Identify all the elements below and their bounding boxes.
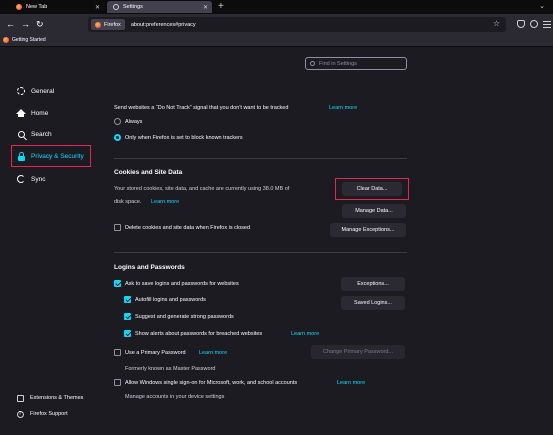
sidebar-footer-label: Firefox Support <box>30 411 68 417</box>
sidebar-item-search[interactable]: Search <box>16 127 52 141</box>
cookies-description-line1: Your stored cookies, site data, and cach… <box>114 186 290 192</box>
firefox-icon <box>3 37 9 43</box>
tab-label: New Tab <box>26 4 48 10</box>
highlight-box <box>335 178 409 200</box>
identity-label: Firefox <box>104 21 121 28</box>
suggest-passwords-label: Suggest and generate strong passwords <box>135 314 234 320</box>
forward-icon[interactable]: → <box>21 18 30 30</box>
ask-save-label: Ask to save logins and passwords for web… <box>125 281 239 287</box>
ask-save-checkbox[interactable] <box>114 280 121 287</box>
puzzle-icon <box>16 394 24 402</box>
firefox-icon <box>16 4 22 10</box>
identity-badge[interactable]: Firefox <box>91 19 125 30</box>
bookmark-star-icon[interactable]: ☆ <box>493 19 500 28</box>
suggest-passwords-checkbox[interactable] <box>124 313 131 320</box>
account-icon[interactable] <box>530 20 538 28</box>
manage-data-button[interactable]: Manage Data... <box>342 204 406 218</box>
windows-sso-learn-more-link[interactable]: Learn more <box>337 380 365 386</box>
tab-settings[interactable]: Settings ✕ <box>107 1 212 13</box>
gear-icon <box>113 4 119 10</box>
delete-on-close-label: Delete cookies and site data when Firefo… <box>125 225 251 231</box>
cookies-heading: Cookies and Site Data <box>114 169 183 176</box>
sidebar-item-label: Home <box>31 109 49 117</box>
primary-password-label: Use a Primary Password <box>125 350 186 356</box>
bookmark-getting-started[interactable]: Getting Started <box>3 37 46 43</box>
saved-logins-button[interactable]: Saved Logins... <box>341 296 405 310</box>
dnt-description: Send websites a “Do Not Track” signal th… <box>114 105 289 111</box>
dnt-always-label: Always <box>125 119 143 125</box>
delete-on-close-checkbox[interactable] <box>114 224 121 231</box>
close-icon[interactable]: ✕ <box>95 4 100 11</box>
sidebar-item-label: Sync <box>31 175 46 183</box>
sync-icon <box>16 174 26 184</box>
tab-strip: New Tab ✕ Settings ✕ + ⌄ <box>0 0 553 14</box>
sidebar-footer-label: Extensions & Themes <box>30 395 84 401</box>
sidebar-extensions-themes[interactable]: Extensions & Themes <box>16 394 83 402</box>
dnt-learn-more-link[interactable]: Learn more <box>329 105 357 111</box>
help-icon: ? <box>16 410 24 418</box>
dnt-always-radio[interactable] <box>114 118 121 125</box>
logins-heading: Logins and Passwords <box>114 264 185 271</box>
primary-password-sublabel: Formerly known as Master Password <box>125 366 216 372</box>
sidebar-firefox-support[interactable]: ? Firefox Support <box>16 410 68 418</box>
section-divider <box>114 158 407 159</box>
primary-password-checkbox[interactable] <box>114 349 121 356</box>
tab-new-tab[interactable]: New Tab ✕ <box>12 1 104 13</box>
sidebar-item-general[interactable]: General <box>16 84 54 98</box>
search-icon <box>16 129 26 139</box>
firefox-icon <box>95 21 101 28</box>
sidebar-item-home[interactable]: Home <box>16 106 48 120</box>
section-divider <box>114 252 407 253</box>
gear-icon <box>16 86 26 96</box>
back-icon[interactable]: ← <box>6 18 15 30</box>
navigation-toolbar: ← → ↻ Firefox about:preferences#privacy … <box>0 14 553 35</box>
dnt-block-trackers-radio[interactable] <box>114 134 121 141</box>
breach-alerts-checkbox[interactable] <box>124 330 131 337</box>
url-text[interactable]: about:preferences#privacy <box>131 22 196 28</box>
url-bar[interactable]: Firefox about:preferences#privacy ☆ <box>88 17 506 32</box>
menu-icon[interactable] <box>543 21 551 28</box>
primary-password-learn-more-link[interactable]: Learn more <box>199 350 227 356</box>
dnt-block-trackers-label: Only when Firefox is set to block known … <box>125 135 243 141</box>
manage-exceptions-button[interactable]: Manage Exceptions... <box>330 223 406 237</box>
search-placeholder: Find in Settings <box>319 60 357 67</box>
autofill-label: Autofill logins and passwords <box>135 297 206 303</box>
breach-alerts-learn-more-link[interactable]: Learn more <box>291 331 319 337</box>
close-icon[interactable]: ✕ <box>203 4 208 11</box>
autofill-checkbox[interactable] <box>124 296 131 303</box>
chevron-down-icon[interactable]: ⌄ <box>539 2 545 10</box>
pocket-icon[interactable] <box>517 20 525 28</box>
windows-sso-checkbox[interactable] <box>114 379 121 386</box>
tab-label: Settings <box>123 4 143 10</box>
sidebar-item-sync[interactable]: Sync <box>16 172 45 186</box>
bookmark-label: Getting Started <box>12 37 46 43</box>
exceptions-button[interactable]: Exceptions... <box>341 277 405 291</box>
search-input[interactable]: Find in Settings <box>305 57 407 70</box>
reload-icon[interactable]: ↻ <box>36 18 44 30</box>
windows-sso-label: Allow Windows single sign-on for Microso… <box>125 380 298 386</box>
highlight-box <box>11 145 91 167</box>
sidebar-item-label: Search <box>31 130 52 138</box>
search-icon <box>310 61 315 66</box>
cookies-description-line2: disk space. <box>114 199 142 205</box>
cookies-learn-more-link[interactable]: Learn more <box>151 199 179 205</box>
breach-alerts-label: Show alerts about passwords for breached… <box>135 331 263 337</box>
change-primary-password-button[interactable]: Change Primary Password... <box>311 345 405 359</box>
home-icon <box>16 108 26 118</box>
bookmarks-toolbar: Getting Started <box>0 35 553 47</box>
sidebar-item-label: General <box>31 87 55 95</box>
new-tab-icon[interactable]: + <box>218 0 224 13</box>
windows-sso-sublabel: Manage accounts in your device settings <box>125 394 225 400</box>
